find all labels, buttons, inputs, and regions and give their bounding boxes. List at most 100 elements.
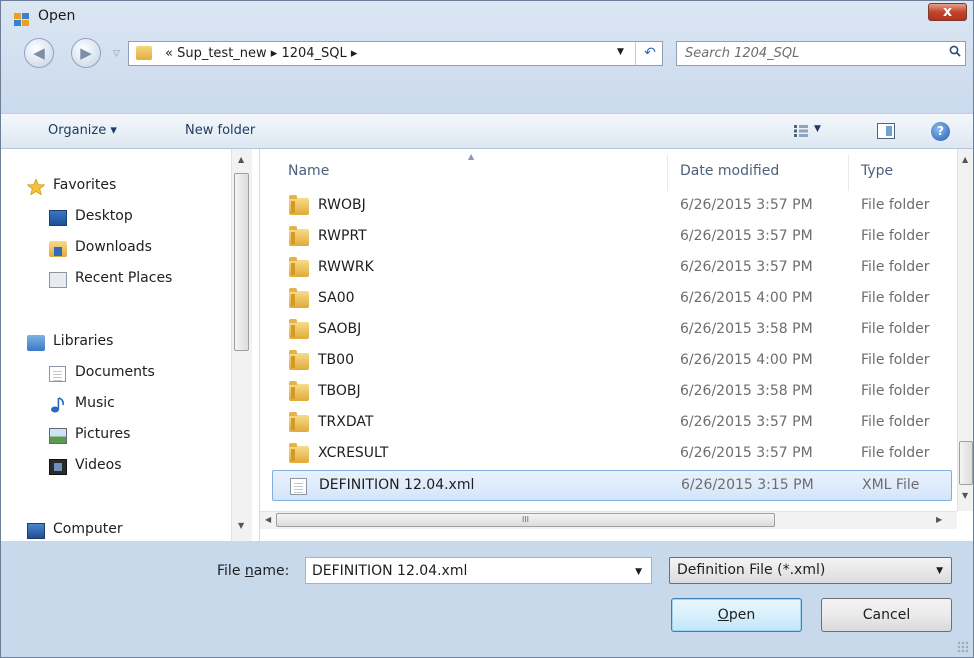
sidebar-scroll-thumb[interactable] bbox=[234, 173, 249, 351]
file-name-value[interactable]: DEFINITION 12.04.xml bbox=[312, 563, 467, 579]
column-header-type[interactable]: Type bbox=[861, 163, 893, 179]
organize-button[interactable]: Organize ▾ bbox=[48, 123, 117, 138]
file-row[interactable]: TB00 6/26/2015 4:00 PM File folder bbox=[272, 346, 952, 377]
sort-ascending-icon: ▲ bbox=[468, 152, 475, 161]
scroll-right-icon[interactable]: ▶ bbox=[936, 515, 942, 524]
desktop-icon bbox=[49, 210, 67, 226]
sidebar-label-desktop: Desktop bbox=[75, 208, 133, 224]
folder-icon bbox=[289, 226, 309, 246]
new-folder-button[interactable]: New folder bbox=[185, 123, 255, 138]
back-button[interactable]: ◀ bbox=[24, 38, 54, 68]
file-name-cell: TB00 bbox=[318, 352, 354, 368]
close-button[interactable]: x bbox=[928, 3, 967, 21]
sidebar-label-documents: Documents bbox=[75, 364, 155, 380]
scroll-down-icon[interactable]: ▼ bbox=[962, 491, 968, 500]
open-button-label: pen bbox=[728, 607, 756, 623]
file-type-cell: File folder bbox=[861, 321, 930, 337]
recent-places-icon bbox=[49, 272, 67, 288]
xml-file-icon bbox=[290, 478, 307, 495]
chevron-down-icon: ▼ bbox=[936, 566, 943, 576]
scroll-down-icon[interactable]: ▼ bbox=[238, 521, 244, 530]
star-icon bbox=[27, 179, 45, 195]
music-icon bbox=[51, 397, 64, 413]
address-bar[interactable]: « Sup_test_new ▸ 1204_SQL ▸ ▼ ↶ bbox=[128, 41, 663, 66]
file-name-input[interactable]: DEFINITION 12.04.xml ▼ bbox=[305, 557, 652, 584]
documents-icon bbox=[49, 366, 66, 382]
file-name-cell: SAOBJ bbox=[318, 321, 362, 337]
date-modified-cell: 6/26/2015 3:57 PM bbox=[680, 259, 813, 275]
downloads-icon bbox=[49, 241, 67, 257]
chevron-down-icon[interactable]: ▼ bbox=[635, 567, 642, 577]
date-modified-cell: 6/26/2015 3:58 PM bbox=[680, 321, 813, 337]
address-path[interactable]: « Sup_test_new ▸ 1204_SQL ▸ bbox=[165, 46, 357, 61]
file-list: ▲ Name Date modified Type RWOBJ 6/26/2015… bbox=[260, 149, 973, 541]
preview-pane-icon[interactable] bbox=[877, 123, 895, 139]
pictures-icon bbox=[49, 428, 67, 444]
address-history-dropdown-icon[interactable]: ▼ bbox=[617, 47, 624, 57]
file-row[interactable]: SA00 6/26/2015 4:00 PM File folder bbox=[272, 284, 952, 315]
back-arrow-icon: ◀ bbox=[33, 44, 45, 62]
file-name-cell: RWWRK bbox=[318, 259, 374, 275]
computer-icon bbox=[27, 523, 45, 539]
search-input[interactable]: Search 1204_SQL bbox=[676, 41, 966, 66]
file-row[interactable]: TBOBJ 6/26/2015 3:58 PM File folder bbox=[272, 377, 952, 408]
dialog-app-icon bbox=[14, 13, 30, 27]
folder-icon bbox=[289, 381, 309, 401]
file-row[interactable]: DEFINITION 12.04.xml 6/26/2015 3:15 PM XML… bbox=[272, 470, 952, 501]
column-header-date-modified[interactable]: Date modified bbox=[680, 163, 779, 179]
recent-locations-dropdown-icon[interactable]: ▽ bbox=[113, 49, 120, 59]
column-divider[interactable] bbox=[667, 155, 668, 191]
sidebar-scrollbar[interactable]: ▲ ▼ bbox=[231, 149, 252, 541]
scroll-up-icon[interactable]: ▲ bbox=[962, 155, 968, 164]
file-row[interactable]: XCRESULT 6/26/2015 3:57 PM File folder bbox=[272, 439, 952, 470]
column-divider[interactable] bbox=[848, 155, 849, 191]
resize-grip[interactable] bbox=[957, 641, 969, 653]
sidebar-label-downloads: Downloads bbox=[75, 239, 152, 255]
scroll-up-icon[interactable]: ▲ bbox=[238, 155, 244, 164]
change-view-icon[interactable] bbox=[794, 125, 808, 137]
forward-button[interactable]: ▶ bbox=[71, 38, 101, 68]
file-name-cell: RWOBJ bbox=[318, 197, 366, 213]
file-row[interactable]: TRXDAT 6/26/2015 3:57 PM File folder bbox=[272, 408, 952, 439]
file-type-value: Definition File (*.xml) bbox=[677, 562, 826, 578]
file-name-cell: RWPRT bbox=[318, 228, 367, 244]
file-type-cell: File folder bbox=[861, 290, 930, 306]
date-modified-cell: 6/26/2015 3:57 PM bbox=[680, 228, 813, 244]
scroll-left-icon[interactable]: ◀ bbox=[265, 515, 271, 524]
folder-icon bbox=[289, 443, 309, 463]
file-row[interactable]: SAOBJ 6/26/2015 3:58 PM File folder bbox=[272, 315, 952, 346]
folder-icon bbox=[289, 412, 309, 432]
folder-icon bbox=[289, 288, 309, 308]
folder-icon bbox=[289, 350, 309, 370]
file-row[interactable]: RWPRT 6/26/2015 3:57 PM File folder bbox=[272, 222, 952, 253]
refresh-button[interactable]: ↶ bbox=[635, 42, 664, 65]
navigation-pane: Favorites Desktop Downloads Recent Place… bbox=[1, 149, 260, 541]
file-list-vertical-scrollbar[interactable]: ▲ ▼ bbox=[957, 149, 973, 511]
file-type-select[interactable]: Definition File (*.xml) ▼ bbox=[669, 557, 952, 584]
file-name-cell: XCRESULT bbox=[318, 445, 389, 461]
date-modified-cell: 6/26/2015 3:57 PM bbox=[680, 414, 813, 430]
file-row[interactable]: RWWRK 6/26/2015 3:57 PM File folder bbox=[272, 253, 952, 284]
date-modified-cell: 6/26/2015 4:00 PM bbox=[680, 290, 813, 306]
file-name-label-accelerator: n bbox=[244, 563, 254, 579]
column-header-name[interactable]: Name bbox=[288, 163, 329, 179]
open-button[interactable]: Open bbox=[671, 598, 802, 632]
open-button-accelerator: O bbox=[717, 607, 729, 623]
sidebar-label-libraries: Libraries bbox=[53, 333, 114, 349]
sidebar-label-videos: Videos bbox=[75, 457, 122, 473]
file-row[interactable]: RWOBJ 6/26/2015 3:57 PM File folder bbox=[272, 191, 952, 222]
file-list-horizontal-scrollbar[interactable]: ◀ III ▶ bbox=[260, 511, 957, 529]
view-options-dropdown-icon[interactable]: ▼ bbox=[814, 124, 821, 134]
file-name-cell: TRXDAT bbox=[318, 414, 374, 430]
navigation-bar: ◀ ▶ ▽ « Sup_test_new ▸ 1204_SQL ▸ ▼ ↶ Se… bbox=[1, 35, 973, 73]
date-modified-cell: 6/26/2015 3:57 PM bbox=[680, 197, 813, 213]
file-type-cell: XML File bbox=[862, 477, 920, 493]
forward-arrow-icon: ▶ bbox=[80, 44, 92, 62]
file-list-scroll-thumb[interactable] bbox=[959, 441, 973, 485]
file-list-h-scroll-thumb[interactable]: III bbox=[276, 513, 775, 527]
file-name-label: File name: bbox=[217, 563, 289, 579]
search-icon[interactable] bbox=[949, 45, 961, 57]
cancel-button[interactable]: Cancel bbox=[821, 598, 952, 632]
file-name-label-part: ame: bbox=[253, 563, 290, 579]
help-icon[interactable]: ? bbox=[931, 122, 950, 141]
